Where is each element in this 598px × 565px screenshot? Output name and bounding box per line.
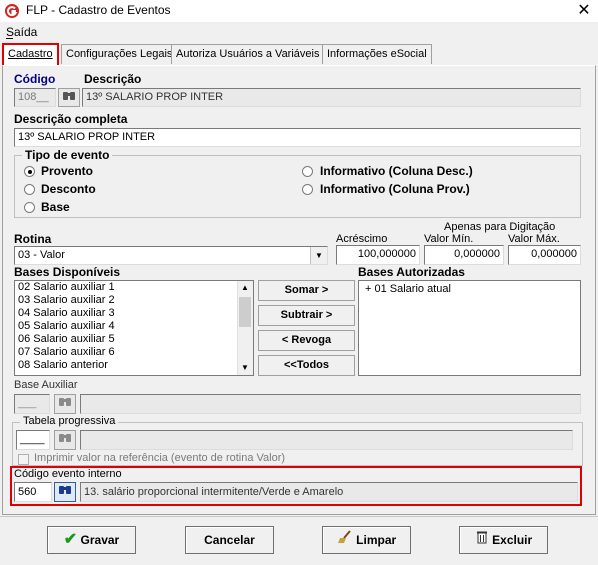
descricao-label: Descrição	[84, 72, 142, 86]
binoculars-icon	[58, 486, 72, 498]
codigo-label: Código	[14, 72, 56, 86]
tabela-progressiva-search-button[interactable]	[54, 430, 76, 450]
subtrair-button[interactable]: Subtrair >	[258, 305, 355, 326]
tab-configuracoes-legais[interactable]: Configurações Legais	[61, 44, 178, 64]
menu-saida[interactable]: Saída	[6, 25, 37, 39]
scrollbar[interactable]: ▲ ▼	[237, 281, 253, 375]
gravar-button[interactable]: ✔ Gravar	[47, 526, 136, 554]
close-icon[interactable]: ✕	[570, 0, 598, 22]
codigo-field[interactable]: 108__	[14, 88, 56, 107]
binoculars-icon	[58, 398, 72, 410]
base-auxiliar-field[interactable]: ___	[14, 394, 50, 414]
bottom-divider	[0, 516, 598, 517]
base-auxiliar-description	[80, 394, 581, 414]
cancelar-button[interactable]: Cancelar	[185, 526, 274, 554]
radio-informativo-prov-label[interactable]: Informativo (Coluna Prov.)	[320, 182, 470, 196]
binoculars-icon	[62, 92, 76, 104]
app-logo-icon	[4, 3, 20, 19]
title-bar: FLP - Cadastro de Eventos ✕	[0, 0, 598, 22]
menu-bar	[0, 22, 598, 42]
excluir-button[interactable]: Excluir	[459, 526, 548, 554]
base-auxiliar-search-button[interactable]	[54, 394, 76, 414]
gravar-label: Gravar	[80, 533, 120, 547]
todos-button[interactable]: <<Todos	[258, 355, 355, 376]
tab-strip: Cadastro Configurações Legais Autoriza U…	[0, 43, 598, 68]
limpar-button[interactable]: Limpar	[322, 526, 411, 554]
tab-informacoes-esocial[interactable]: Informações eSocial	[322, 44, 432, 64]
acrescimo-field[interactable]: 100,000000	[336, 245, 420, 265]
broom-icon	[337, 530, 356, 547]
radio-informativo-desc-label[interactable]: Informativo (Coluna Desc.)	[320, 164, 473, 178]
scroll-down-icon[interactable]: ▼	[241, 363, 249, 372]
radio-base[interactable]	[24, 202, 35, 213]
descricao-completa-field[interactable]: 13º SALARIO PROP INTER	[14, 128, 581, 147]
imprimir-valor-label[interactable]: Imprimir valor na referência (evento de …	[34, 452, 285, 464]
descricao-field[interactable]: 13º SALARIO PROP INTER	[82, 88, 581, 107]
radio-informativo-desc[interactable]	[302, 166, 313, 177]
imprimir-valor-checkbox[interactable]	[18, 454, 29, 465]
scroll-up-icon[interactable]: ▲	[241, 283, 249, 292]
radio-desconto-label[interactable]: Desconto	[41, 182, 96, 196]
trash-icon	[475, 531, 492, 547]
tipo-evento-group	[14, 155, 581, 218]
bases-autorizadas-label: Bases Autorizadas	[358, 265, 465, 279]
radio-desconto[interactable]	[24, 184, 35, 195]
radio-informativo-prov[interactable]	[302, 184, 313, 195]
menu-saida-underline	[6, 38, 13, 39]
binoculars-icon	[58, 434, 72, 446]
limpar-label: Limpar	[356, 533, 397, 547]
tabela-progressiva-label: Tabela progressiva	[20, 415, 119, 427]
window-title: FLP - Cadastro de Eventos	[26, 3, 171, 17]
codigo-evento-interno-description: 13. salário proporcional intermitente/Ve…	[80, 482, 578, 502]
revoga-button[interactable]: < Revoga	[258, 330, 355, 351]
list-item[interactable]: 07 Salario auxiliar 6	[15, 346, 253, 359]
somar-button[interactable]: Somar >	[258, 280, 355, 301]
bases-disponiveis-list[interactable]: 02 Salario auxiliar 1 03 Salario auxilia…	[14, 280, 254, 376]
valor-max-label: Valor Máx.	[508, 233, 560, 245]
codigo-evento-interno-search-button[interactable]	[54, 482, 76, 502]
rotina-value: 03 - Valor	[18, 249, 65, 261]
valor-min-field[interactable]: 0,000000	[424, 245, 504, 265]
list-item[interactable]: 06 Salario auxiliar 5	[15, 333, 253, 346]
codigo-evento-interno-field[interactable]: 560	[14, 482, 52, 502]
list-item[interactable]: 04 Salario auxiliar 3	[15, 307, 253, 320]
descricao-completa-label: Descrição completa	[14, 112, 128, 126]
codigo-search-button[interactable]	[58, 88, 80, 107]
list-item[interactable]: 05 Salario auxiliar 4	[15, 320, 253, 333]
codigo-evento-interno-label: Código evento interno	[14, 468, 122, 480]
valor-max-field[interactable]: 0,000000	[508, 245, 581, 265]
acrescimo-label: Acréscimo	[336, 233, 388, 245]
scroll-thumb[interactable]	[239, 297, 251, 327]
apenas-digitacao-label: Apenas para Digitação	[444, 221, 556, 233]
base-auxiliar-label: Base Auxiliar	[14, 379, 78, 391]
checkmark-icon: ✔	[63, 531, 78, 548]
rotina-select[interactable]: 03 - Valor ▼	[14, 246, 328, 265]
radio-base-label[interactable]: Base	[41, 200, 70, 214]
radio-provento[interactable]	[24, 166, 35, 177]
list-item[interactable]: 08 Salario anterior	[15, 359, 253, 372]
tab-autoriza-usuarios[interactable]: Autoriza Usuários a Variáveis	[171, 44, 325, 64]
chevron-down-icon[interactable]: ▼	[310, 247, 327, 264]
tabela-progressiva-field[interactable]: ____	[16, 430, 50, 450]
list-item[interactable]: 03 Salario auxiliar 2	[15, 294, 253, 307]
bases-disponiveis-label: Bases Disponíveis	[14, 265, 121, 279]
list-item[interactable]: 02 Salario auxiliar 1	[15, 281, 253, 294]
bases-autorizadas-list[interactable]: + 01 Salario atual	[358, 280, 581, 376]
cancelar-label: Cancelar	[204, 533, 255, 547]
valor-min-label: Valor Mín.	[424, 233, 474, 245]
tabela-progressiva-description	[80, 430, 573, 450]
excluir-label: Excluir	[492, 533, 533, 547]
radio-provento-label[interactable]: Provento	[41, 164, 93, 178]
tipo-evento-label: Tipo de evento	[22, 148, 113, 162]
rotina-label: Rotina	[14, 232, 52, 246]
list-item[interactable]: + 01 Salario atual	[359, 283, 580, 296]
